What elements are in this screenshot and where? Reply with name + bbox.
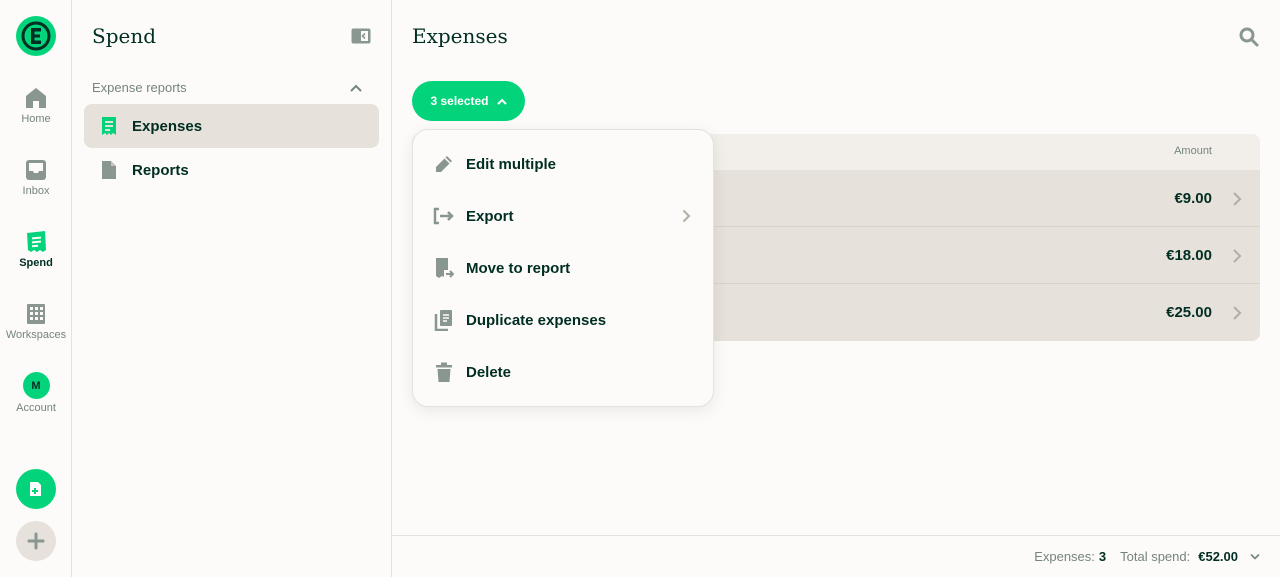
section-label: Expense reports bbox=[92, 80, 187, 95]
menu-item-label: Move to report bbox=[466, 259, 571, 277]
move-document-icon bbox=[433, 257, 455, 279]
page-title: Expenses bbox=[412, 24, 508, 48]
collapse-sidebar-button[interactable] bbox=[351, 28, 371, 44]
menu-item-duplicate-expenses[interactable]: Duplicate expenses bbox=[413, 294, 713, 346]
sidebar-item-expenses[interactable]: Expenses bbox=[84, 104, 379, 148]
collapse-panel-icon bbox=[351, 28, 371, 44]
nav-home-label: Home bbox=[21, 113, 51, 125]
receipt-icon bbox=[102, 117, 116, 135]
sidebar-item-reports[interactable]: Reports bbox=[84, 148, 379, 192]
export-icon bbox=[433, 205, 455, 227]
pencil-icon bbox=[433, 153, 455, 175]
nav-inbox-label: Inbox bbox=[22, 185, 50, 197]
row-amount: €9.00 bbox=[1174, 190, 1212, 207]
nav-rail: Home Inbox Spend Workspaces M Account bbox=[0, 0, 72, 577]
selection-label: 3 selected bbox=[430, 94, 489, 108]
new-document-icon bbox=[30, 482, 41, 496]
expensify-logo[interactable] bbox=[16, 16, 56, 56]
nav-spend[interactable]: Spend bbox=[0, 230, 72, 269]
chevron-right-icon bbox=[1233, 249, 1242, 263]
menu-item-delete[interactable]: Delete bbox=[413, 346, 713, 398]
menu-item-label: Edit multiple bbox=[466, 155, 556, 173]
amount-column-header[interactable]: Amount bbox=[1174, 145, 1212, 157]
selection-dropdown-button[interactable]: 3 selected bbox=[412, 81, 525, 121]
nav-account-label: Account bbox=[16, 402, 56, 414]
quick-add-button[interactable] bbox=[16, 521, 56, 561]
nav-workspaces-label: Workspaces bbox=[5, 329, 67, 341]
row-amount: €18.00 bbox=[1166, 247, 1212, 264]
nav-home[interactable]: Home bbox=[0, 86, 72, 125]
search-icon bbox=[1239, 27, 1259, 47]
chevron-up-icon bbox=[496, 98, 507, 105]
chevron-right-icon bbox=[1233, 306, 1242, 320]
building-icon bbox=[27, 304, 45, 324]
row-amount: €25.00 bbox=[1166, 304, 1212, 321]
total-spend-label: Total spend: bbox=[1120, 549, 1191, 564]
nav-inbox[interactable]: Inbox bbox=[0, 158, 72, 197]
bulk-actions-menu: Edit multiple Export Move to report Dupl… bbox=[412, 129, 714, 407]
menu-item-move-to-report[interactable]: Move to report bbox=[413, 242, 713, 294]
chevron-right-icon bbox=[1233, 192, 1242, 206]
chevron-right-icon bbox=[682, 209, 691, 223]
create-expense-button[interactable] bbox=[16, 469, 56, 509]
chevron-down-icon bbox=[1250, 553, 1260, 560]
search-button[interactable] bbox=[1238, 26, 1260, 48]
expense-reports-section-toggle[interactable]: Expense reports bbox=[92, 80, 362, 95]
menu-item-label: Delete bbox=[466, 363, 512, 381]
nav-account[interactable]: M Account bbox=[0, 372, 72, 414]
menu-item-label: Export bbox=[466, 207, 514, 225]
nav-workspaces[interactable]: Workspaces bbox=[0, 302, 72, 341]
menu-item-export[interactable]: Export bbox=[413, 190, 713, 242]
expenses-count: 3 bbox=[1098, 549, 1107, 564]
nav-spend-label: Spend bbox=[19, 257, 53, 269]
receipt-icon bbox=[27, 231, 46, 252]
document-icon bbox=[102, 161, 116, 179]
footer-summary: Expenses: 3 Total spend: €52.00 bbox=[392, 535, 1280, 577]
logo-icon bbox=[21, 21, 51, 51]
sidebar-title: Spend bbox=[92, 24, 157, 48]
spend-totals[interactable]: Expenses: 3 Total spend: €52.00 bbox=[1034, 549, 1260, 564]
menu-item-edit-multiple[interactable]: Edit multiple bbox=[413, 138, 713, 190]
sidebar-item-label: Reports bbox=[132, 161, 189, 179]
chevron-up-icon bbox=[350, 84, 362, 92]
copy-icon bbox=[433, 309, 455, 331]
inbox-icon bbox=[26, 160, 46, 180]
sidebar-item-label: Expenses bbox=[132, 117, 203, 135]
menu-item-label: Duplicate expenses bbox=[466, 311, 607, 329]
total-spend-value: €52.00 bbox=[1198, 549, 1238, 564]
plus-icon bbox=[27, 532, 45, 550]
expenses-count-label: Expenses: bbox=[1034, 549, 1095, 564]
spend-sidebar: Spend Expense reports Expenses Reports bbox=[72, 0, 392, 577]
avatar: M bbox=[22, 372, 50, 399]
home-icon bbox=[26, 88, 46, 108]
trash-icon bbox=[433, 361, 455, 383]
